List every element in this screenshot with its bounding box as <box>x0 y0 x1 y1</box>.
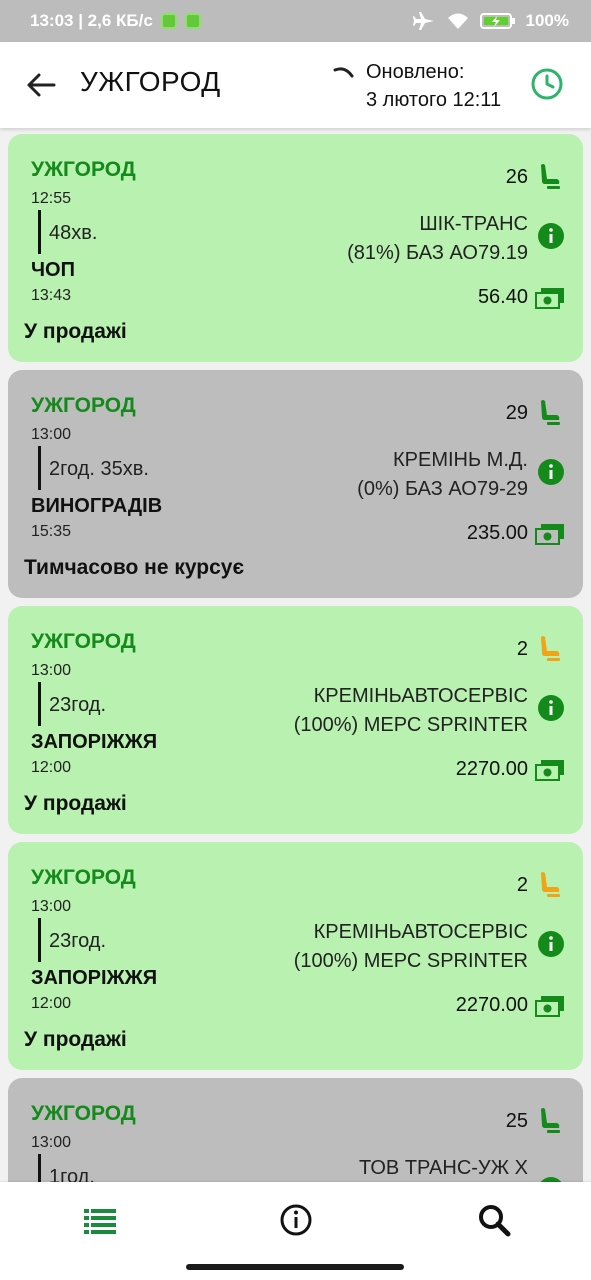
seat-icon <box>541 400 560 425</box>
route-line <box>38 210 41 254</box>
airplane-icon <box>412 12 434 30</box>
trip-card[interactable]: УЖГОРОД 13:00 23год. ЗАПОРІЖЖЯ 12:00 У п… <box>8 606 583 834</box>
app-notification-icon <box>184 13 201 29</box>
page-title: УЖГОРОД <box>80 66 221 97</box>
arrival-city: ЗАПОРІЖЖЯ <box>31 967 158 989</box>
departure-time: 12:55 <box>31 190 72 207</box>
info-icon[interactable] <box>537 930 565 958</box>
arrival-time: 15:35 <box>31 523 72 540</box>
arrival-time: 12:00 <box>31 995 72 1012</box>
trip-duration: 48хв. <box>49 222 98 244</box>
departure-time: 13:00 <box>31 426 72 443</box>
trip-duration: 2год. 35хв. <box>49 458 149 480</box>
carrier-name: КРЕМІНЬ М.Д. <box>393 449 528 471</box>
loading-spinner-icon <box>333 67 354 78</box>
carrier-info: КРЕМІНЬАВТОСЕРВІС (100%) МЕРС SPRINTER <box>294 682 528 740</box>
seat-count: 2 <box>516 638 528 660</box>
carrier-info: ШІК-ТРАНС (81%) БАЗ АО79.19 <box>347 210 528 268</box>
money-icon <box>535 760 564 781</box>
status-time: 13:03 | 2,6 КБ/с <box>30 11 153 30</box>
updated-time: 3 лютого 12:11 <box>366 89 502 111</box>
seat-count: 29 <box>505 402 528 424</box>
carrier-name: КРЕМІНЬАВТОСЕРВІС <box>313 921 528 943</box>
wifi-icon <box>447 13 468 29</box>
ticket-price: 56.40 <box>477 286 528 308</box>
arrival-city: ЧОП <box>31 259 75 281</box>
trip-duration: 1год. <box>49 1166 95 1182</box>
back-arrow-icon[interactable] <box>24 68 58 102</box>
carrier-info: КРЕМІНЬАВТОСЕРВІС (100%) МЕРС SPRINTER <box>294 918 528 976</box>
home-indicator[interactable] <box>186 1264 404 1270</box>
trip-status: У продажі <box>24 320 127 343</box>
seat-icon <box>541 636 560 661</box>
bus-model: (100%) МЕРС SPRINTER <box>293 950 528 972</box>
clock-icon[interactable] <box>530 67 564 101</box>
app-bar: УЖГОРОД Оновлено: 3 лютого 12:11 <box>0 42 591 128</box>
ticket-price: 235.00 <box>466 522 528 544</box>
search-icon[interactable] <box>476 1202 512 1238</box>
money-icon <box>535 524 564 545</box>
carrier-name: ШІК-ТРАНС <box>419 213 528 235</box>
carrier-info: КРЕМІНЬ М.Д. (0%) БАЗ АО79-29 <box>357 446 528 504</box>
ticket-price: 2270.00 <box>455 758 528 780</box>
info-icon[interactable] <box>278 1202 314 1238</box>
seat-count: 25 <box>505 1110 528 1132</box>
app-notification-icon <box>160 13 177 29</box>
info-icon[interactable] <box>537 694 565 722</box>
trip-status: У продажі <box>24 1028 127 1051</box>
ticket-price: 2270.00 <box>455 994 528 1016</box>
battery-level: 100% <box>525 11 569 30</box>
route-line <box>38 682 41 726</box>
trip-status: У продажі <box>24 792 127 815</box>
departure-city: УЖГОРОД <box>31 630 136 653</box>
carrier-info: ТОВ ТРАНС-УЖ Х <box>359 1154 528 1182</box>
departure-city: УЖГОРОД <box>31 866 136 889</box>
trip-status: Тимчасово не курсує <box>24 556 245 579</box>
arrival-city: ЗАПОРІЖЖЯ <box>31 731 158 753</box>
trip-duration: 23год. <box>49 930 107 952</box>
list-icon[interactable] <box>82 1202 118 1238</box>
carrier-name: КРЕМІНЬАВТОСЕРВІС <box>313 685 528 707</box>
arrival-time: 12:00 <box>31 759 72 776</box>
seat-count: 2 <box>516 874 528 896</box>
departure-time: 13:00 <box>31 662 72 679</box>
bus-model: (0%) БАЗ АО79-29 <box>357 478 528 500</box>
departure-time: 13:00 <box>31 1134 72 1151</box>
bus-model: (81%) БАЗ АО79.19 <box>347 242 528 264</box>
arrival-time: 13:43 <box>31 287 72 304</box>
trip-list[interactable]: УЖГОРОД 12:55 48хв. ЧОП 13:43 У продажі … <box>0 128 591 1182</box>
info-icon[interactable] <box>537 458 565 486</box>
route-line <box>38 446 41 490</box>
departure-city: УЖГОРОД <box>31 158 136 181</box>
departure-city: УЖГОРОД <box>31 1102 136 1125</box>
route-line <box>38 918 41 962</box>
money-icon <box>535 996 564 1017</box>
carrier-name: ТОВ ТРАНС-УЖ Х <box>359 1157 528 1179</box>
money-icon <box>535 288 564 309</box>
battery-icon <box>479 13 515 29</box>
seat-count: 26 <box>505 166 528 188</box>
trip-duration: 23год. <box>49 694 107 716</box>
trip-card[interactable]: УЖГОРОД 13:00 23год. ЗАПОРІЖЖЯ 12:00 У п… <box>8 842 583 1070</box>
seat-icon <box>541 872 560 897</box>
trip-card[interactable]: УЖГОРОД 13:00 2год. 35хв. ВИНОГРАДІВ 15:… <box>8 370 583 598</box>
departure-time: 13:00 <box>31 898 72 915</box>
seat-icon <box>541 164 560 189</box>
status-bar: 13:03 | 2,6 КБ/с 100% <box>0 0 591 42</box>
departure-city: УЖГОРОД <box>31 394 136 417</box>
trip-card[interactable]: УЖГОРОД 12:55 48хв. ЧОП 13:43 У продажі … <box>8 134 583 362</box>
arrival-city: ВИНОГРАДІВ <box>31 495 163 517</box>
trip-card[interactable]: УЖГОРОД 13:00 1год. 25 ТОВ ТРАНС-УЖ Х <box>8 1078 583 1182</box>
updated-info: Оновлено: 3 лютого 12:11 <box>366 58 501 114</box>
seat-icon <box>541 1108 560 1133</box>
bus-model: (100%) МЕРС SPRINTER <box>293 714 528 736</box>
info-icon[interactable] <box>537 222 565 250</box>
updated-label: Оновлено: <box>366 61 465 83</box>
route-line <box>38 1154 41 1182</box>
